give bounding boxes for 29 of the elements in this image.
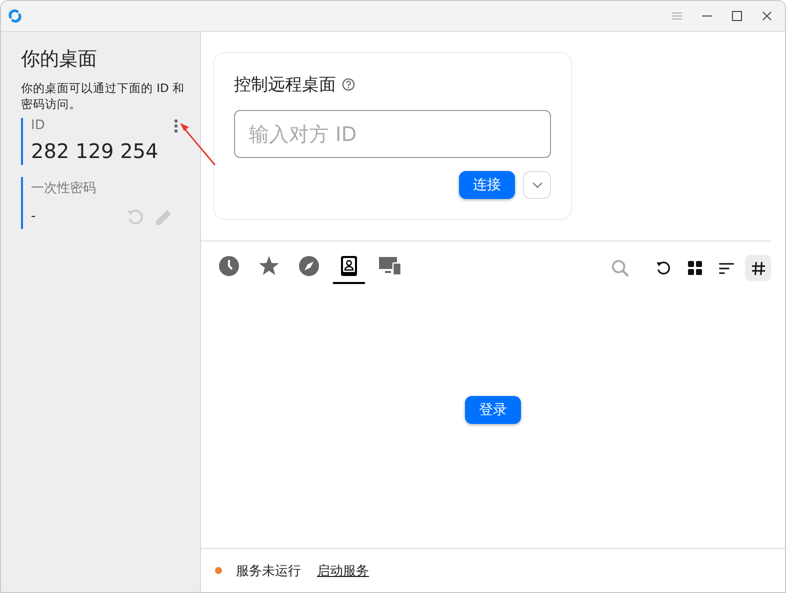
grid-icon <box>688 261 702 275</box>
login-button[interactable]: 登录 <box>465 396 521 424</box>
more-icon[interactable] <box>174 118 178 132</box>
chevron-down-icon <box>532 182 542 188</box>
password-value: - <box>31 208 36 224</box>
devices-icon <box>379 256 401 276</box>
view-toggle-button[interactable] <box>745 255 771 281</box>
contact-book-icon <box>339 256 359 276</box>
sidebar-title: 你的桌面 <box>21 47 98 72</box>
card-title: 控制远程桌面 <box>234 74 336 96</box>
hash-icon <box>752 262 764 274</box>
star-icon <box>259 256 279 276</box>
maximize-icon[interactable] <box>731 10 743 22</box>
start-service-link[interactable]: 启动服务 <box>317 562 369 580</box>
sidebar-description: 你的桌面可以通过下面的 ID 和密码访问。 <box>21 80 186 112</box>
app-logo-icon <box>7 8 23 24</box>
password-label: 一次性密码 <box>31 181 96 196</box>
id-input-field[interactable]: 输入对方 ID <box>234 110 551 158</box>
compass-icon <box>299 256 319 276</box>
id-value: 282 129 254 <box>31 139 160 165</box>
close-icon[interactable] <box>761 10 773 22</box>
status-text: 服务未运行 <box>236 562 301 580</box>
clock-icon <box>219 256 239 276</box>
sort-icon[interactable] <box>719 262 734 274</box>
id-label: ID <box>31 118 45 133</box>
connect-button[interactable]: 连接 <box>459 171 515 199</box>
annotation-arrow <box>179 122 217 166</box>
help-icon[interactable] <box>342 78 355 91</box>
refresh-icon[interactable] <box>655 260 671 276</box>
